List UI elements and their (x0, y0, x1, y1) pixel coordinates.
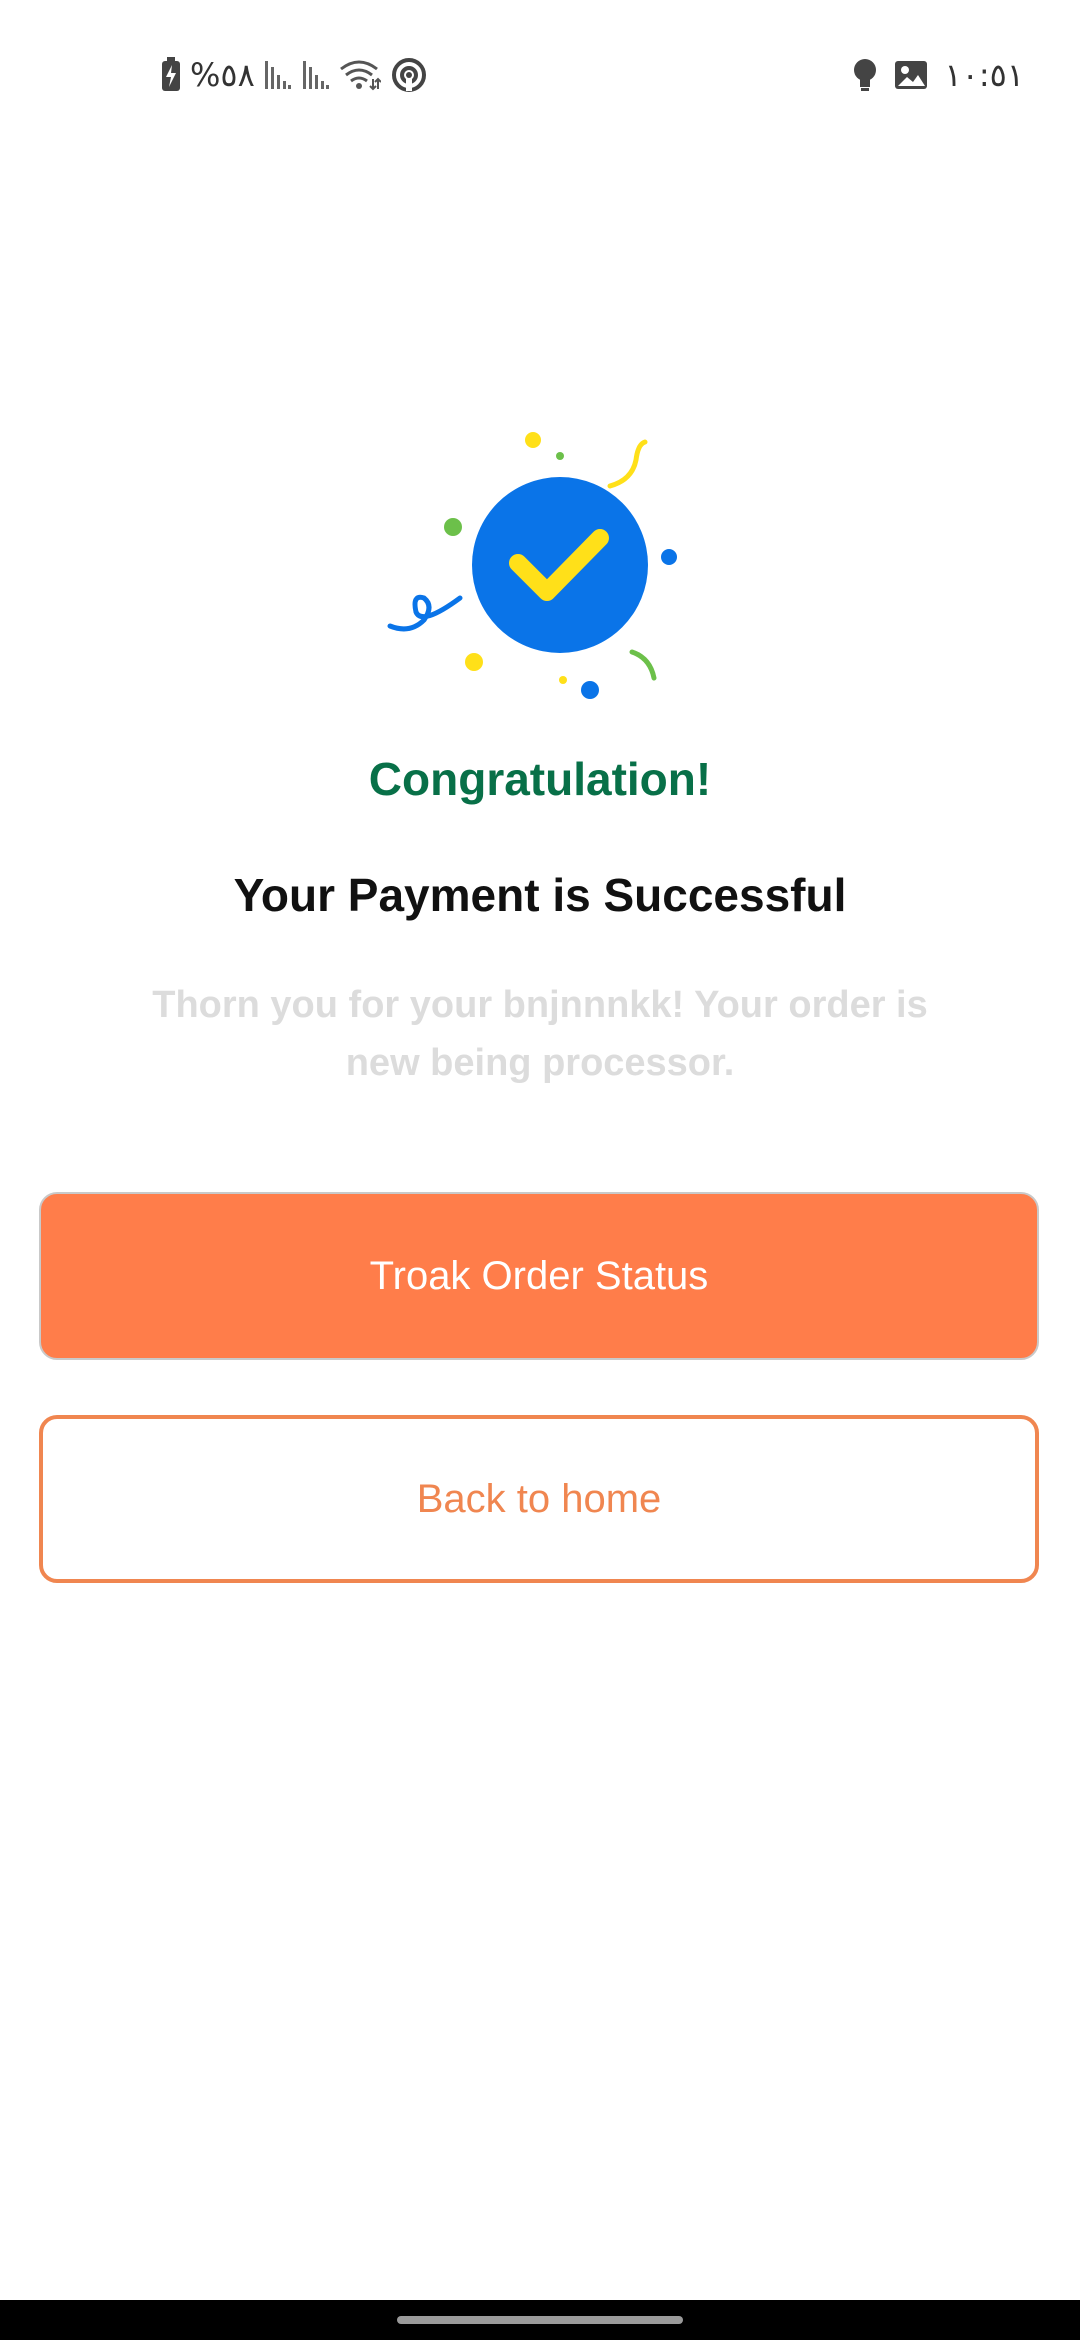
status-bar: %٥٨ ١٠:٥١ (0, 0, 1080, 140)
payment-success-illustration (380, 420, 700, 720)
home-gesture-handle[interactable] (397, 2316, 683, 2324)
status-bar-left: %٥٨ (160, 52, 429, 98)
clock: ١٠:٥١ (944, 56, 1024, 94)
payment-success-screen: %٥٨ ١٠:٥١ Congratulation! Your Payment i… (0, 0, 1080, 2340)
check-circle-icon (472, 477, 648, 653)
navigation-bar (0, 2300, 1080, 2340)
signal-icon (263, 59, 293, 91)
battery-percent: %٥٨ (190, 56, 255, 94)
payment-success-headline: Your Payment is Successful (233, 869, 847, 921)
back-to-home-button[interactable]: Back to home (39, 1415, 1039, 1583)
image-icon (894, 59, 928, 91)
signal-icon (301, 59, 331, 91)
bulb-icon (852, 57, 878, 93)
track-order-status-button[interactable]: Troak Order Status (39, 1192, 1039, 1360)
back-to-home-label: Back to home (416, 1476, 662, 1521)
wifi-icon (339, 59, 381, 91)
hotspot-icon (389, 57, 429, 93)
battery-charging-icon (160, 57, 182, 93)
track-order-status-label: Troak Order Status (369, 1253, 709, 1298)
congrats-title: Congratulation! (368, 753, 712, 805)
status-bar-right: ١٠:٥١ (852, 52, 1024, 98)
payment-success-message: Thorn you for your bnjnnnkk! Your order … (152, 984, 928, 1084)
